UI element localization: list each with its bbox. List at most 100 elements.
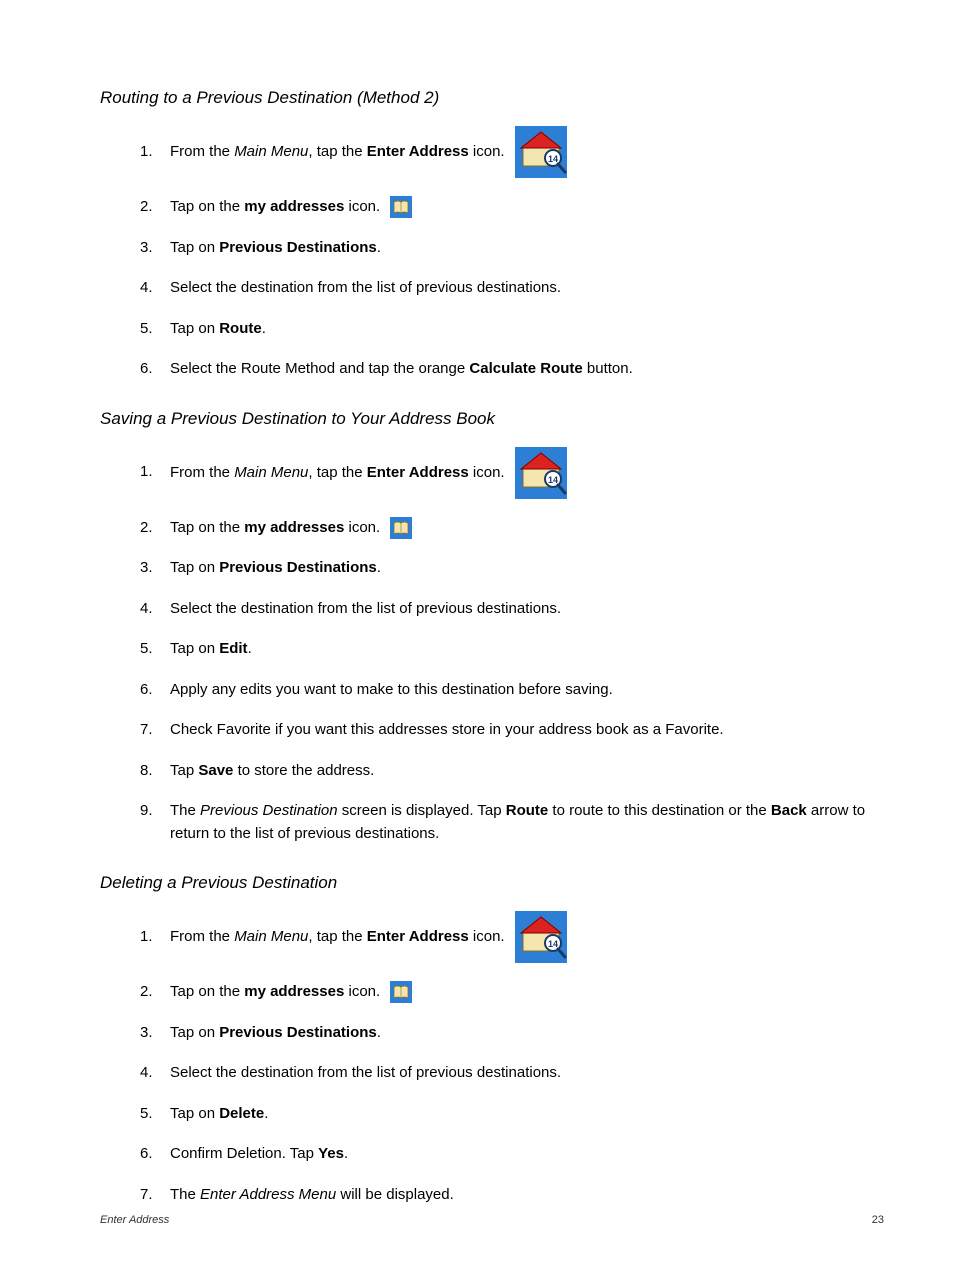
text-fragment: Tap on bbox=[170, 640, 219, 657]
footer-section-name: Enter Address bbox=[100, 1214, 169, 1226]
step-text: Tap on Previous Destinations. bbox=[170, 557, 884, 580]
list-item: 6.Select the Route Method and tap the or… bbox=[140, 358, 884, 381]
text-fragment: From the bbox=[170, 463, 234, 480]
list-item: 1.From the Main Menu, tap the Enter Addr… bbox=[140, 126, 884, 178]
step-number: 5. bbox=[140, 1103, 170, 1126]
text-fragment: to route to this destination or the bbox=[548, 802, 771, 819]
text-fragment: Tap on bbox=[170, 1024, 219, 1041]
step-list: 1.From the Main Menu, tap the Enter Addr… bbox=[140, 911, 884, 1206]
text-fragment: , tap the bbox=[308, 463, 366, 480]
step-text: Tap on the my addresses icon. bbox=[170, 517, 884, 540]
step-list: 1.From the Main Menu, tap the Enter Addr… bbox=[140, 447, 884, 846]
text-fragment: Save bbox=[198, 762, 233, 779]
text-fragment: icon. bbox=[344, 198, 380, 215]
footer-page-number: 23 bbox=[872, 1214, 884, 1226]
list-item: 4.Select the destination from the list o… bbox=[140, 277, 884, 300]
step-number: 7. bbox=[140, 719, 170, 742]
page-footer: Enter Address 23 bbox=[100, 1214, 884, 1226]
text-fragment: Main Menu bbox=[234, 928, 308, 945]
text-fragment: Tap on the bbox=[170, 198, 244, 215]
step-text: Tap on Previous Destinations. bbox=[170, 237, 884, 260]
step-text: The Previous Destination screen is displ… bbox=[170, 800, 884, 845]
text-fragment: will be displayed. bbox=[336, 1186, 454, 1203]
text-fragment: my addresses bbox=[244, 983, 344, 1000]
step-text: Tap on Route. bbox=[170, 318, 884, 341]
step-text: Tap on the my addresses icon. bbox=[170, 981, 884, 1004]
text-fragment: Edit bbox=[219, 640, 247, 657]
list-item: 4.Select the destination from the list o… bbox=[140, 598, 884, 621]
text-fragment: Tap bbox=[170, 762, 198, 779]
step-number: 6. bbox=[140, 1143, 170, 1166]
list-item: 5.Tap on Edit. bbox=[140, 638, 884, 661]
text-fragment: icon. bbox=[344, 519, 380, 536]
text-fragment: , tap the bbox=[308, 928, 366, 945]
text-fragment: Calculate Route bbox=[469, 360, 582, 377]
list-item: 2.Tap on the my addresses icon. bbox=[140, 981, 884, 1004]
step-number: 1. bbox=[140, 926, 170, 949]
step-text: Select the destination from the list of … bbox=[170, 598, 884, 621]
step-text: The Enter Address Menu will be displayed… bbox=[170, 1184, 884, 1207]
list-item: 4.Select the destination from the list o… bbox=[140, 1062, 884, 1085]
list-item: 1.From the Main Menu, tap the Enter Addr… bbox=[140, 447, 884, 499]
step-text: From the Main Menu, tap the Enter Addres… bbox=[170, 126, 884, 178]
list-item: 5.Tap on Delete. bbox=[140, 1103, 884, 1126]
text-fragment: Enter Address bbox=[367, 928, 469, 945]
step-number: 3. bbox=[140, 1022, 170, 1045]
text-fragment: Previous Destinations bbox=[219, 239, 377, 256]
list-item: 5.Tap on Route. bbox=[140, 318, 884, 341]
text-fragment: Previous Destinations bbox=[219, 1024, 377, 1041]
step-number: 2. bbox=[140, 981, 170, 1004]
step-number: 8. bbox=[140, 760, 170, 783]
text-fragment: icon. bbox=[469, 463, 505, 480]
text-fragment: . bbox=[377, 1024, 381, 1041]
enter-address-icon bbox=[515, 911, 567, 963]
text-fragment: Check Favorite if you want this addresse… bbox=[170, 721, 724, 738]
text-fragment: The bbox=[170, 802, 200, 819]
list-item: 3.Tap on Previous Destinations. bbox=[140, 557, 884, 580]
text-fragment: icon. bbox=[344, 983, 380, 1000]
text-fragment: Previous Destinations bbox=[219, 559, 377, 576]
text-fragment: , tap the bbox=[308, 143, 366, 160]
step-text: Tap on Delete. bbox=[170, 1103, 884, 1126]
list-item: 2.Tap on the my addresses icon. bbox=[140, 196, 884, 219]
text-fragment: icon. bbox=[469, 928, 505, 945]
step-number: 1. bbox=[140, 461, 170, 484]
list-item: 8.Tap Save to store the address. bbox=[140, 760, 884, 783]
step-number: 4. bbox=[140, 1062, 170, 1085]
text-fragment: Select the destination from the list of … bbox=[170, 600, 561, 617]
text-fragment: From the bbox=[170, 143, 234, 160]
text-fragment: Select the Route Method and tap the oran… bbox=[170, 360, 469, 377]
text-fragment: Select the destination from the list of … bbox=[170, 1064, 561, 1081]
text-fragment: screen is displayed. Tap bbox=[338, 802, 506, 819]
step-text: Tap on the my addresses icon. bbox=[170, 196, 884, 219]
step-number: 6. bbox=[140, 679, 170, 702]
step-text: Select the Route Method and tap the oran… bbox=[170, 358, 884, 381]
list-item: 1.From the Main Menu, tap the Enter Addr… bbox=[140, 911, 884, 963]
step-number: 3. bbox=[140, 237, 170, 260]
list-item: 6.Confirm Deletion. Tap Yes. bbox=[140, 1143, 884, 1166]
list-item: 3.Tap on Previous Destinations. bbox=[140, 237, 884, 260]
step-text: Select the destination from the list of … bbox=[170, 277, 884, 300]
step-number: 5. bbox=[140, 318, 170, 341]
text-fragment: Back bbox=[771, 802, 807, 819]
my-addresses-icon bbox=[390, 196, 412, 218]
text-fragment: Delete bbox=[219, 1105, 264, 1122]
step-number: 2. bbox=[140, 517, 170, 540]
step-number: 4. bbox=[140, 277, 170, 300]
text-fragment: . bbox=[262, 320, 266, 337]
text-fragment: . bbox=[264, 1105, 268, 1122]
step-number: 4. bbox=[140, 598, 170, 621]
step-number: 6. bbox=[140, 358, 170, 381]
step-text: Confirm Deletion. Tap Yes. bbox=[170, 1143, 884, 1166]
list-item: 7.Check Favorite if you want this addres… bbox=[140, 719, 884, 742]
text-fragment: Enter Address bbox=[367, 463, 469, 480]
text-fragment: icon. bbox=[469, 143, 505, 160]
list-item: 3.Tap on Previous Destinations. bbox=[140, 1022, 884, 1045]
step-text: Tap on Edit. bbox=[170, 638, 884, 661]
list-item: 9.The Previous Destination screen is dis… bbox=[140, 800, 884, 845]
list-item: 2.Tap on the my addresses icon. bbox=[140, 517, 884, 540]
text-fragment: Yes bbox=[318, 1145, 344, 1162]
step-number: 3. bbox=[140, 557, 170, 580]
text-fragment: my addresses bbox=[244, 198, 344, 215]
step-number: 2. bbox=[140, 196, 170, 219]
